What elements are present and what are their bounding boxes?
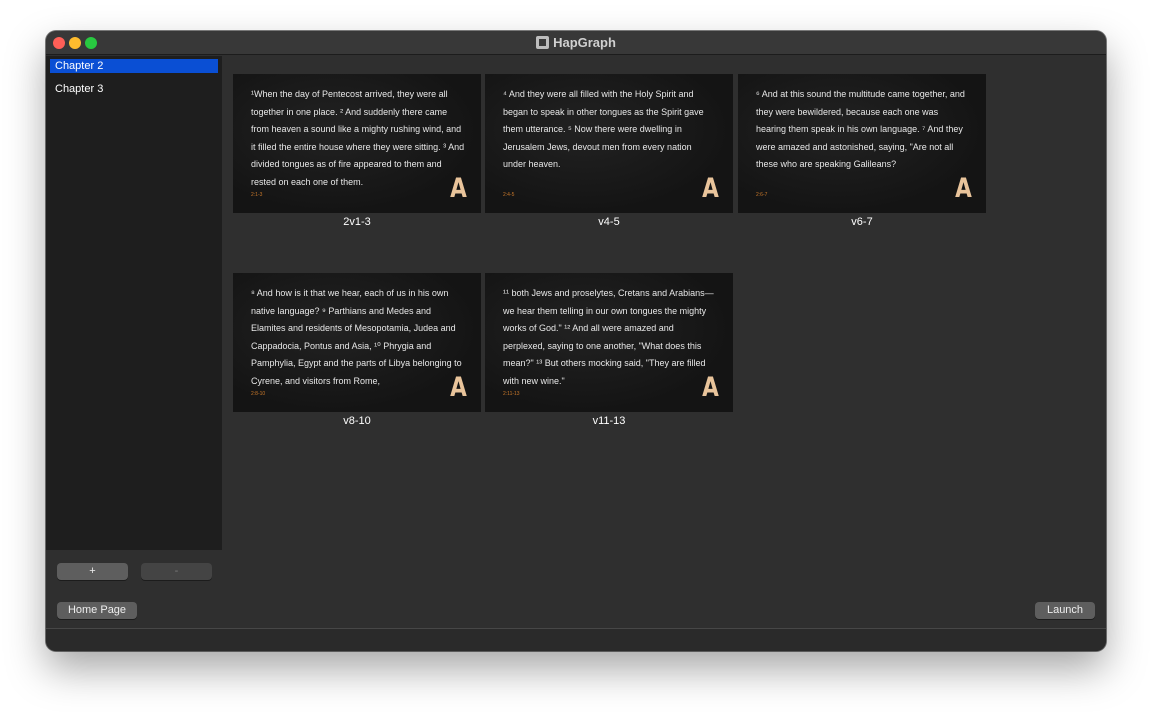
slide-text: ¹When the day of Pentecost arrived, they… (251, 89, 465, 187)
slide-reference: 2:1-3 (251, 192, 263, 198)
slide-reference: 2:8-10 (251, 391, 266, 397)
title-bar[interactable]: HapGraph (46, 31, 1106, 55)
slide-reference: 2:4-5 (503, 192, 515, 198)
slide-thumbnail[interactable]: ⁸ And how is it that we hear, each of us… (233, 273, 481, 412)
app-window: HapGraph Chapter 2 Chapter 3 + - ¹When t… (46, 31, 1106, 651)
slide-thumbnail[interactable]: ⁴ And they were all filled with the Holy… (485, 74, 733, 213)
slide-caption: v11-13 (592, 415, 626, 427)
slide-reference: 2:6-7 (756, 192, 768, 198)
slide-caption: 2v1-3 (343, 216, 371, 228)
slide-caption: v4-5 (598, 216, 620, 228)
slide-logo: A (702, 173, 719, 204)
slide-caption: v6-7 (851, 216, 873, 228)
slide-text: ⁴ And they were all filled with the Holy… (503, 89, 704, 169)
window-title-group: HapGraph (46, 35, 1106, 50)
add-button[interactable]: + (57, 563, 128, 580)
slide-caption: v8-10 (343, 415, 371, 427)
launch-button[interactable]: Launch (1035, 602, 1095, 619)
slide-logo: A (450, 372, 467, 403)
window-title: HapGraph (553, 35, 616, 50)
status-bar (46, 628, 1106, 651)
slide-logo: A (955, 173, 972, 204)
slide-thumbnail[interactable]: ¹¹ both Jews and proselytes, Cretans and… (485, 273, 733, 412)
sidebar-item-chapter-3[interactable]: Chapter 3 (50, 82, 218, 96)
sidebar-item-chapter-2[interactable]: Chapter 2 (50, 59, 218, 73)
slide-thumbnail[interactable]: ¹When the day of Pentecost arrived, they… (233, 74, 481, 213)
remove-button[interactable]: - (141, 563, 212, 580)
slide-logo: A (450, 173, 467, 204)
slide-thumbnail[interactable]: ⁶ And at this sound the multitude came t… (738, 74, 986, 213)
slide-text: ⁸ And how is it that we hear, each of us… (251, 288, 462, 386)
slide-logo: A (702, 372, 719, 403)
slide-text: ⁶ And at this sound the multitude came t… (756, 89, 965, 169)
app-icon (536, 36, 550, 49)
sidebar: Chapter 2 Chapter 3 (46, 56, 222, 550)
slide-reference: 2:11-13 (503, 391, 520, 397)
home-page-button[interactable]: Home Page (57, 602, 137, 619)
slide-text: ¹¹ both Jews and proselytes, Cretans and… (503, 288, 714, 386)
